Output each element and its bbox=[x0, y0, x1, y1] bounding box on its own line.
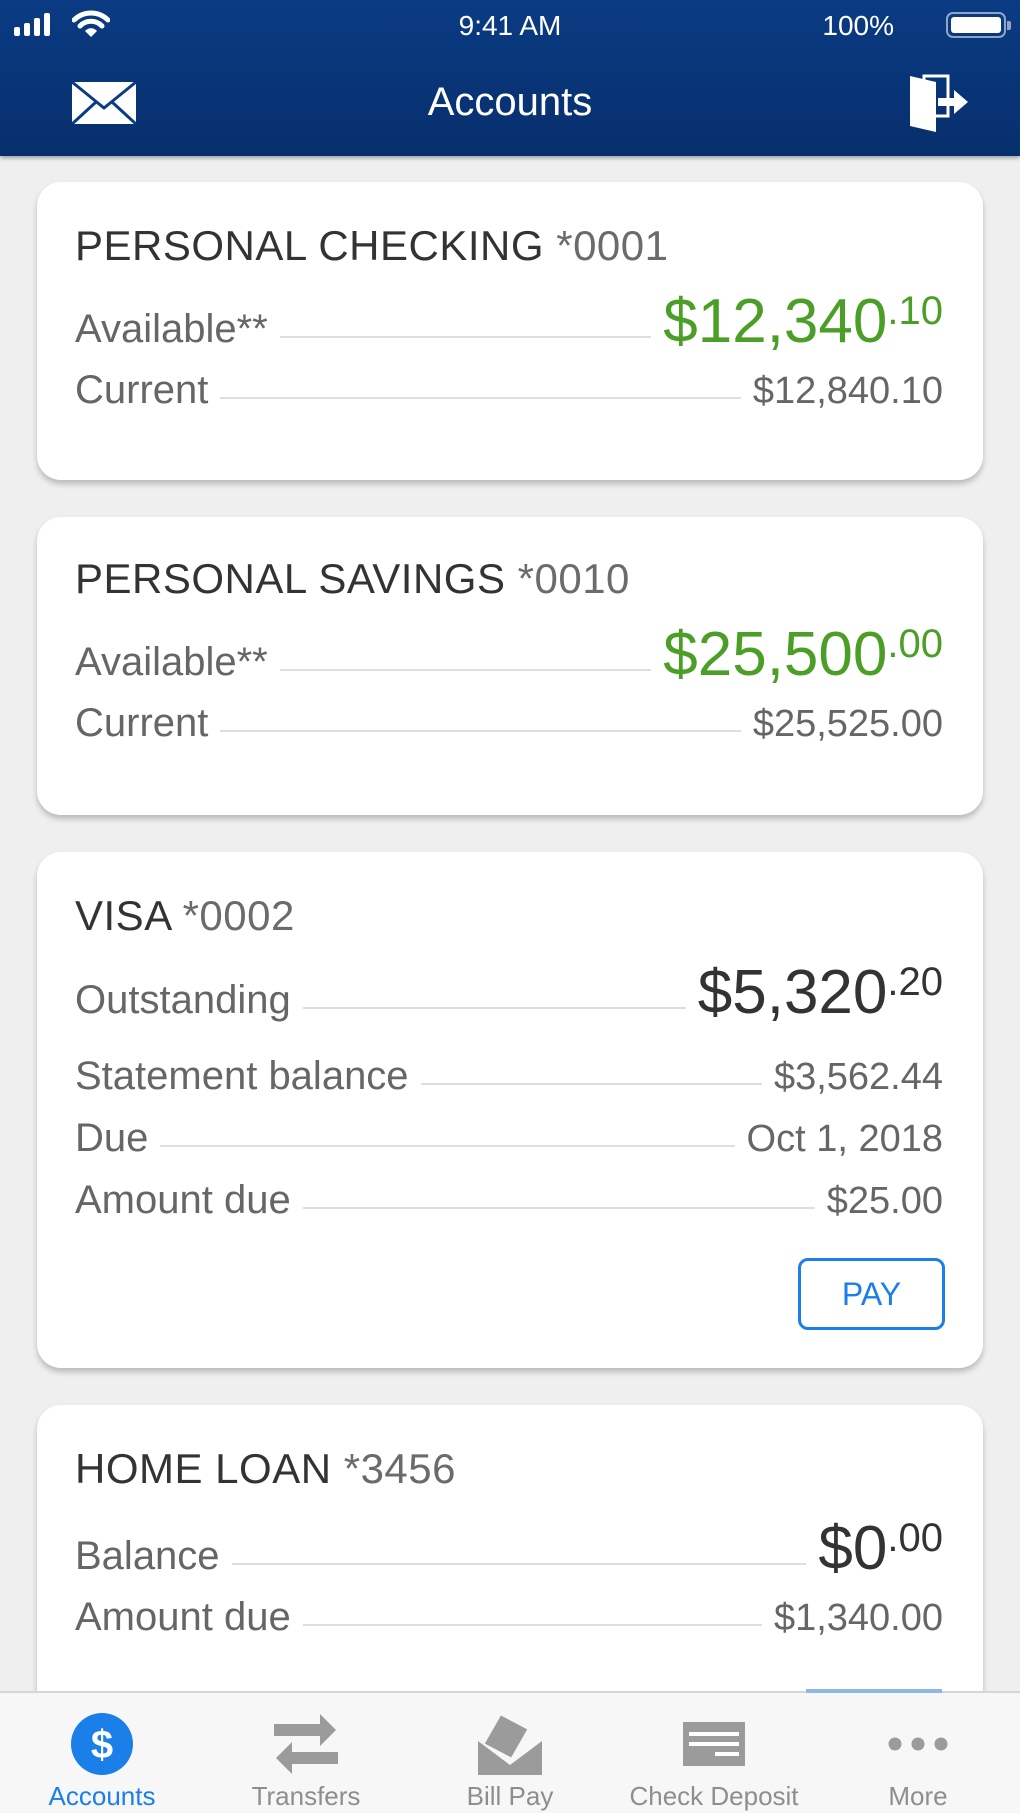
logout-button[interactable] bbox=[900, 70, 972, 136]
tab-check-deposit[interactable]: Check Deposit bbox=[612, 1693, 816, 1813]
bill-pay-envelope-icon bbox=[478, 1715, 542, 1775]
tab-transfers[interactable]: Transfers bbox=[204, 1693, 408, 1813]
balance-row: Current $25,525.00 bbox=[75, 701, 943, 746]
balance-row: Available** $25,500.00 bbox=[75, 619, 943, 690]
available-balance: $25,500.00 bbox=[663, 620, 943, 689]
leader-line bbox=[302, 1624, 762, 1626]
leader-line bbox=[279, 336, 652, 338]
amount-due: $1,340.00 bbox=[773, 1597, 943, 1639]
more-dots-icon bbox=[888, 1737, 948, 1751]
status-bar: 9:41 AM 100% bbox=[0, 0, 1020, 50]
outstanding-balance: $5,320.20 bbox=[697, 958, 943, 1027]
leader-line bbox=[220, 397, 741, 399]
leader-line bbox=[220, 730, 741, 732]
account-number: *0001 bbox=[556, 222, 669, 269]
loan-balance: $0.00 bbox=[818, 1514, 943, 1583]
row-label: Statement balance bbox=[75, 1054, 409, 1098]
row-label: Outstanding bbox=[75, 978, 291, 1022]
check-icon bbox=[683, 1722, 745, 1766]
tab-label: Bill Pay bbox=[466, 1781, 554, 1811]
pay-button[interactable]: PAY bbox=[798, 1258, 945, 1330]
row-label: Balance bbox=[75, 1534, 220, 1578]
balance-row: Available** $12,340.10 bbox=[75, 286, 943, 357]
account-name: VISA bbox=[75, 892, 171, 939]
page-title: Accounts bbox=[427, 80, 593, 124]
leader-line bbox=[420, 1083, 762, 1085]
app-header: 9:41 AM 100% Accounts bbox=[0, 0, 1020, 156]
row-label: Current bbox=[75, 701, 209, 745]
tab-label: More bbox=[888, 1781, 948, 1811]
dollar-icon: $ bbox=[71, 1713, 133, 1775]
leader-line bbox=[160, 1145, 735, 1147]
leader-line bbox=[279, 669, 652, 671]
battery-percent: 100% bbox=[822, 10, 894, 41]
account-card-checking[interactable]: PERSONAL CHECKING *0001 Available** $12,… bbox=[37, 182, 983, 480]
account-card-savings[interactable]: PERSONAL SAVINGS *0010 Available** $25,5… bbox=[37, 517, 983, 815]
due-date: Oct 1, 2018 bbox=[746, 1118, 943, 1160]
available-balance: $12,340.10 bbox=[663, 287, 943, 356]
account-title: PERSONAL CHECKING *0001 bbox=[75, 222, 669, 270]
current-balance: $25,525.00 bbox=[752, 703, 943, 745]
row-label: Amount due bbox=[75, 1595, 291, 1639]
logout-icon bbox=[910, 74, 968, 132]
balance-row: Current $12,840.10 bbox=[75, 368, 943, 413]
svg-text:$: $ bbox=[91, 1723, 113, 1767]
tab-bar: $ Accounts Transfers Bill Pay Check Depo… bbox=[0, 1691, 1020, 1813]
tab-label: Transfers bbox=[251, 1781, 361, 1811]
account-title: HOME LOAN *3456 bbox=[75, 1445, 456, 1493]
tab-more[interactable]: More bbox=[816, 1693, 1020, 1813]
current-balance: $12,840.10 bbox=[752, 370, 943, 412]
tab-label: Check Deposit bbox=[629, 1781, 799, 1811]
leader-line bbox=[302, 1007, 686, 1009]
account-title: VISA *0002 bbox=[75, 892, 295, 940]
account-number: *3456 bbox=[343, 1445, 456, 1492]
balance-row: Outstanding $5,320.20 bbox=[75, 957, 943, 1028]
row-label: Due bbox=[75, 1116, 149, 1160]
leader-line bbox=[302, 1207, 815, 1209]
row-label: Current bbox=[75, 368, 209, 412]
account-number: *0010 bbox=[517, 555, 630, 602]
leader-line bbox=[231, 1563, 807, 1565]
tab-accounts[interactable]: $ Accounts bbox=[0, 1693, 204, 1813]
row-label: Available** bbox=[75, 307, 268, 351]
account-name: PERSONAL CHECKING bbox=[75, 222, 545, 269]
statement-balance: $3,562.44 bbox=[773, 1056, 943, 1098]
balance-row: Statement balance $3,562.44 bbox=[75, 1054, 943, 1099]
account-name: PERSONAL SAVINGS bbox=[75, 555, 506, 602]
tab-bill-pay[interactable]: Bill Pay bbox=[408, 1693, 612, 1813]
tab-label: Accounts bbox=[48, 1781, 156, 1811]
row-label: Available** bbox=[75, 640, 268, 684]
account-number: *0002 bbox=[182, 892, 295, 939]
balance-row: Amount due $25.00 bbox=[75, 1178, 943, 1223]
pay-button-partial bbox=[806, 1689, 942, 1693]
transfer-arrows-icon bbox=[274, 1714, 338, 1774]
account-name: HOME LOAN bbox=[75, 1445, 332, 1492]
account-title: PERSONAL SAVINGS *0010 bbox=[75, 555, 630, 603]
battery-icon bbox=[946, 12, 1011, 38]
row-label: Amount due bbox=[75, 1178, 291, 1222]
balance-row: Balance $0.00 bbox=[75, 1513, 943, 1584]
balance-row: Due Oct 1, 2018 bbox=[75, 1116, 943, 1161]
amount-due: $25.00 bbox=[826, 1180, 943, 1222]
balance-row: Amount due $1,340.00 bbox=[75, 1595, 943, 1640]
account-card-visa[interactable]: VISA *0002 Outstanding $5,320.20 Stateme… bbox=[37, 852, 983, 1368]
